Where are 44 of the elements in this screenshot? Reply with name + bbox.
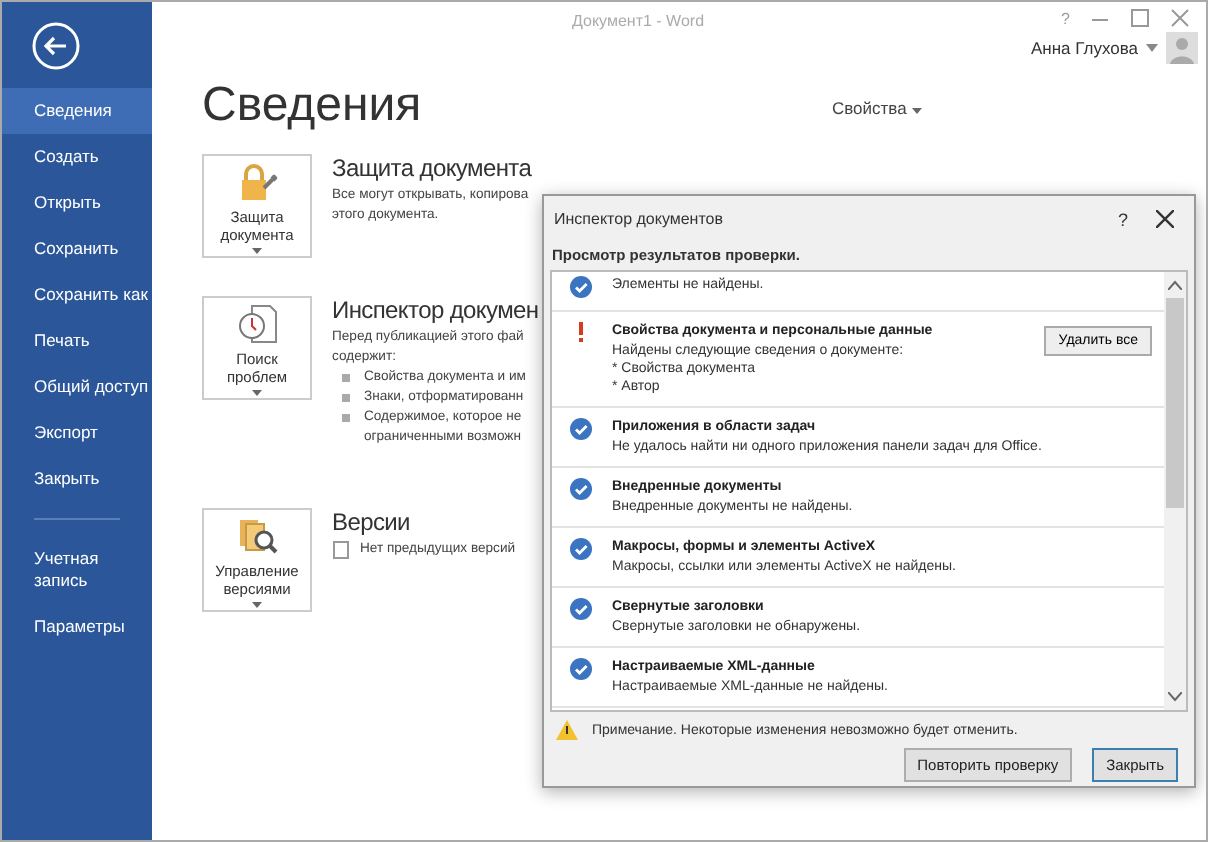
avatar-icon[interactable] [1166,32,1198,64]
sidebar-item[interactable]: Параметры [2,604,134,650]
check-icon [570,275,592,298]
sidebar-item[interactable]: Закрыть [2,456,152,502]
help-button[interactable]: ? [1117,209,1128,230]
scroll-down-icon[interactable] [1168,692,1182,702]
sidebar-item[interactable]: Учетная запись [2,536,134,604]
sidebar-item[interactable]: Сведения [2,88,152,134]
sidebar-item[interactable]: Экспорт [2,410,152,456]
scroll-up-icon[interactable] [1168,279,1182,290]
warning-icon [556,720,578,740]
window-title: Документ1 - Word [572,12,705,30]
scrollbar[interactable] [1164,271,1186,710]
scrollbar-thumb[interactable] [1166,297,1184,508]
check-icon [570,477,592,500]
section-heading: Защита документа [332,154,532,182]
properties-dropdown[interactable]: Свойства [832,98,922,118]
bullet-icon [342,414,350,422]
sidebar-item[interactable]: Сохранить [2,226,152,272]
sidebar-item[interactable]: Открыть [2,180,152,226]
check-icon [570,657,592,680]
check-icon [570,417,592,440]
maximize-icon[interactable] [1130,8,1150,28]
caret-icon [252,247,262,253]
bullet-icon [342,394,350,402]
sidebar-item[interactable]: Печать [2,318,152,364]
page-title: Сведения [202,78,422,134]
caret-icon[interactable] [1146,44,1158,52]
section-heading: Версии [332,508,412,536]
sidebar-item[interactable]: Общий доступ [2,364,152,410]
check-icon [570,597,592,620]
user-name[interactable]: Анна Глухова [1030,38,1138,58]
caret-icon [911,108,922,114]
sidebar-item[interactable]: Создать [2,134,152,180]
dialog-title: Инспектор документов [554,210,725,229]
bullet-icon [342,374,350,382]
close-icon[interactable] [1156,210,1174,229]
check-icon [570,537,592,560]
caret-icon [252,601,262,607]
sidebar-item[interactable]: Сохранить как [2,272,152,318]
caret-icon [252,389,262,395]
section-heading: Инспектор докумен [332,296,539,324]
document-icon [332,540,350,560]
document-clock-icon [235,301,279,345]
